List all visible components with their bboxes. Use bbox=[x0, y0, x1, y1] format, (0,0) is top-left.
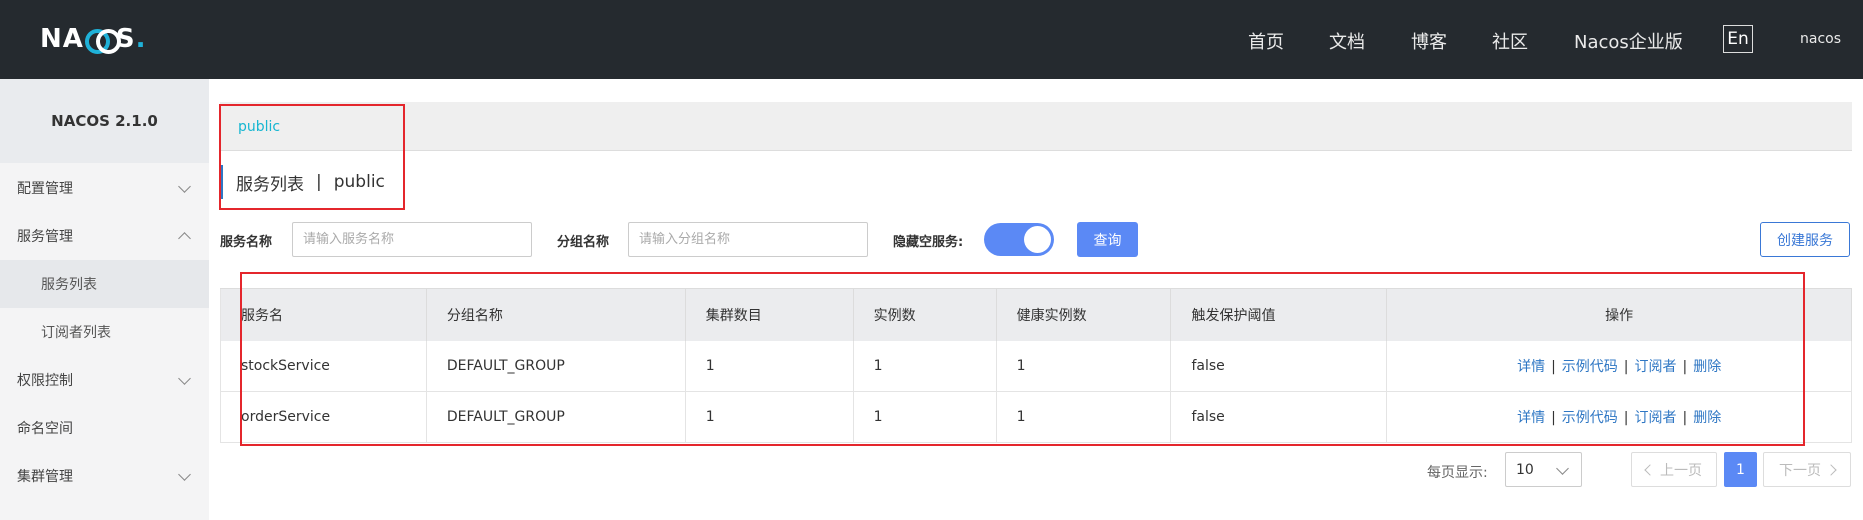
title-separator: | bbox=[316, 172, 322, 192]
prev-page-button[interactable]: 上一页 bbox=[1631, 452, 1717, 487]
sidebar-item-label: 服务管理 bbox=[17, 229, 73, 245]
per-page-value: 10 bbox=[1516, 461, 1534, 478]
query-button[interactable]: 查询 bbox=[1077, 222, 1138, 257]
cell-instance-count: 1 bbox=[853, 391, 997, 443]
column-header: 操作 bbox=[1386, 288, 1852, 341]
column-header: 实例数 bbox=[853, 288, 997, 341]
column-header: 分组名称 bbox=[426, 288, 686, 341]
nav-community[interactable]: 社区 bbox=[1492, 28, 1528, 54]
cell-actions: 详情 | 示例代码 | 订阅者 | 删除 bbox=[1386, 391, 1852, 443]
cell-threshold: false bbox=[1170, 391, 1388, 443]
per-page-select[interactable]: 10 bbox=[1505, 452, 1582, 487]
sidebar-item-label: 权限控制 bbox=[17, 373, 73, 389]
sidebar-item-cluster[interactable]: 集群管理 bbox=[0, 452, 209, 500]
nav-blog[interactable]: 博客 bbox=[1411, 28, 1447, 54]
sidebar-item-label: 订阅者列表 bbox=[41, 325, 111, 341]
chevron-left-icon bbox=[1644, 463, 1656, 476]
sidebar-item-config[interactable]: 配置管理 bbox=[0, 164, 209, 212]
table-row: orderService DEFAULT_GROUP 1 1 1 false 详… bbox=[220, 391, 1852, 443]
hide-empty-label: 隐藏空服务: bbox=[893, 235, 964, 250]
page-title: 服务列表 | public bbox=[220, 165, 385, 199]
cell-group-name: DEFAULT_GROUP bbox=[426, 340, 686, 392]
detail-link[interactable]: 详情 bbox=[1517, 410, 1545, 426]
per-page-label: 每页显示: bbox=[1427, 465, 1488, 481]
logo-rings-icon bbox=[84, 28, 121, 54]
delete-link[interactable]: 删除 bbox=[1693, 359, 1721, 375]
cell-instance-count: 1 bbox=[853, 340, 997, 392]
current-page-button[interactable]: 1 bbox=[1724, 452, 1757, 487]
cell-service-name: orderService bbox=[220, 391, 427, 443]
subscribers-link[interactable]: 订阅者 bbox=[1635, 359, 1677, 375]
service-name-input[interactable] bbox=[292, 222, 532, 257]
group-name-input[interactable] bbox=[628, 222, 868, 257]
chevron-down-icon bbox=[178, 372, 191, 385]
sidebar-item-label: 命名空间 bbox=[17, 421, 73, 437]
sidebar-item-service-list[interactable]: 服务列表 bbox=[0, 260, 209, 308]
toggle-knob bbox=[1024, 226, 1051, 253]
service-name-label: 服务名称 bbox=[220, 235, 273, 250]
subscribers-link[interactable]: 订阅者 bbox=[1635, 410, 1677, 426]
sidebar-item-auth[interactable]: 权限控制 bbox=[0, 356, 209, 404]
top-navbar: NA S. 首页 文档 博客 社区 Nacos企业版 En nacos bbox=[0, 0, 1863, 79]
nav-enterprise[interactable]: Nacos企业版 bbox=[1574, 28, 1683, 54]
next-page-label: 下一页 bbox=[1779, 462, 1821, 479]
namespace-bar: public bbox=[220, 102, 1852, 151]
namespace-public-link[interactable]: public bbox=[238, 119, 280, 135]
cell-group-name: DEFAULT_GROUP bbox=[426, 391, 686, 443]
next-page-button[interactable]: 下一页 bbox=[1763, 452, 1851, 487]
create-service-button[interactable]: 创建服务 bbox=[1760, 222, 1850, 257]
sidebar-item-service[interactable]: 服务管理 bbox=[0, 212, 209, 260]
chevron-right-icon bbox=[1825, 463, 1837, 476]
cell-service-name: stockService bbox=[220, 340, 427, 392]
page-title-text: 服务列表 bbox=[236, 174, 304, 195]
nav-home[interactable]: 首页 bbox=[1248, 28, 1284, 54]
version-label: NACOS 2.1.0 bbox=[0, 79, 209, 163]
cell-cluster-count: 1 bbox=[685, 391, 854, 443]
chevron-down-icon bbox=[178, 180, 191, 193]
sidebar-item-label: 配置管理 bbox=[17, 181, 73, 197]
sidebar-item-namespace[interactable]: 命名空间 bbox=[0, 404, 209, 452]
group-name-label: 分组名称 bbox=[557, 235, 610, 250]
cell-healthy-count: 1 bbox=[996, 391, 1172, 443]
column-header: 服务名 bbox=[220, 288, 427, 341]
chevron-up-icon bbox=[178, 232, 191, 245]
table-header-row: 服务名 分组名称 集群数目 实例数 健康实例数 触发保护阈值 操作 bbox=[220, 288, 1852, 341]
sidebar-item-subscribers[interactable]: 订阅者列表 bbox=[0, 308, 209, 356]
cell-healthy-count: 1 bbox=[996, 340, 1172, 392]
nacos-logo[interactable]: NA S. bbox=[40, 22, 147, 56]
cell-actions: 详情 | 示例代码 | 订阅者 | 删除 bbox=[1386, 340, 1852, 392]
detail-link[interactable]: 详情 bbox=[1517, 359, 1545, 375]
cell-threshold: false bbox=[1170, 340, 1388, 392]
cell-cluster-count: 1 bbox=[685, 340, 854, 392]
nav-docs[interactable]: 文档 bbox=[1329, 28, 1365, 54]
sample-code-link[interactable]: 示例代码 bbox=[1562, 359, 1618, 375]
delete-link[interactable]: 删除 bbox=[1693, 410, 1721, 426]
chevron-down-icon bbox=[178, 468, 191, 481]
column-header: 触发保护阈值 bbox=[1170, 288, 1388, 341]
language-toggle[interactable]: En bbox=[1723, 25, 1753, 53]
prev-page-label: 上一页 bbox=[1660, 462, 1702, 479]
column-header: 集群数目 bbox=[685, 288, 854, 341]
hide-empty-toggle[interactable] bbox=[984, 223, 1054, 256]
user-name[interactable]: nacos bbox=[1800, 31, 1841, 47]
chevron-down-icon bbox=[1556, 462, 1569, 475]
table-row: stockService DEFAULT_GROUP 1 1 1 false 详… bbox=[220, 340, 1852, 392]
page-title-namespace: public bbox=[333, 172, 385, 192]
sample-code-link[interactable]: 示例代码 bbox=[1562, 410, 1618, 426]
service-table: 服务名 分组名称 集群数目 实例数 健康实例数 触发保护阈值 操作 stockS… bbox=[220, 288, 1852, 443]
column-header: 健康实例数 bbox=[996, 288, 1172, 341]
sidebar-item-label: 集群管理 bbox=[17, 469, 73, 485]
sidebar-item-label: 服务列表 bbox=[41, 277, 97, 293]
